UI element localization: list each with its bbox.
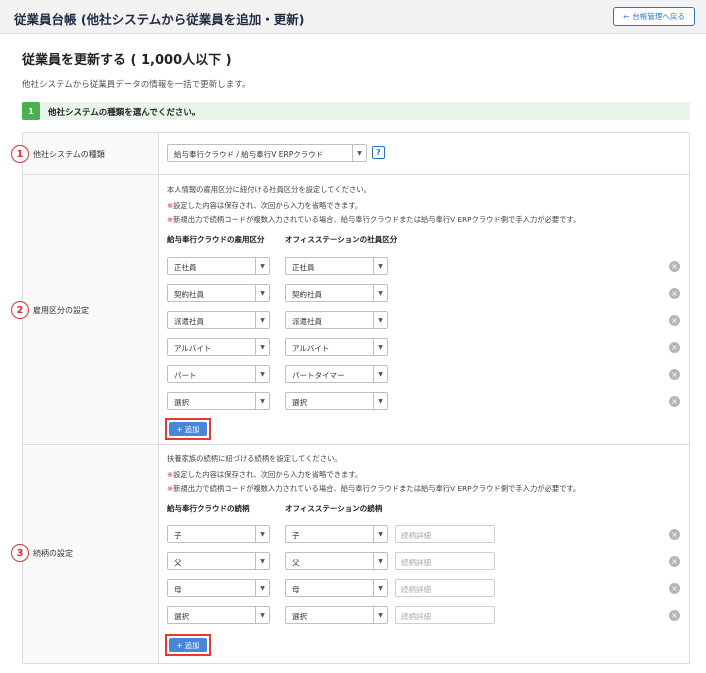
plus-icon: +: [176, 424, 183, 434]
chevron-down-icon: ▼: [255, 339, 269, 355]
plus-icon: +: [176, 640, 183, 650]
system-type-label: 他社システムの種類: [33, 149, 105, 159]
chevron-down-icon: ▼: [373, 393, 387, 409]
remove-row-icon[interactable]: ×: [669, 342, 680, 353]
help-icon[interactable]: ?: [372, 146, 385, 159]
chevron-down-icon: ▼: [373, 366, 387, 382]
chevron-down-icon: ▼: [255, 393, 269, 409]
employment-col-left-header: 給与奉行クラウドの雇用区分: [167, 235, 265, 244]
employment-col-right-header: オフィスステーションの社員区分: [285, 235, 398, 244]
add-employment-row-button[interactable]: + 追加: [169, 422, 207, 436]
relationship-source-select[interactable]: 父 ▼: [167, 552, 270, 570]
remove-row-icon[interactable]: ×: [669, 583, 680, 594]
remove-row-icon[interactable]: ×: [669, 396, 680, 407]
relationship-detail-input[interactable]: 続柄詳細: [395, 552, 495, 570]
employment-source-select[interactable]: 契約社員 ▼: [167, 284, 270, 302]
remove-row-icon[interactable]: ×: [669, 369, 680, 380]
back-to-ledger-button[interactable]: ← 台帳管理へ戻る: [613, 7, 695, 26]
employment-target-select[interactable]: アルバイト ▼: [285, 338, 388, 356]
employment-warning-2: ※新規出力で続柄コードが複数入力されている場合、給与奉行クラウドまたは給与奉行V…: [167, 215, 581, 224]
back-button-label: 台帳管理へ戻る: [632, 12, 685, 21]
relationship-warning-1: ※設定した内容は保存され、次回から入力を省略できます。: [167, 470, 363, 479]
relationship-row: 3 続柄の設定 扶養家族の続柄に紐づける続柄を設定してください。 ※設定した内容…: [11, 445, 689, 663]
remove-row-icon[interactable]: ×: [669, 529, 680, 540]
page-description: 他社システムから従業員データの情報を一括で更新します。: [22, 80, 251, 90]
step-marker-2: 2: [11, 301, 29, 319]
chevron-down-icon: ▼: [255, 285, 269, 301]
step-number: 1: [22, 102, 40, 120]
employment-warning-1: ※設定した内容は保存され、次回から入力を省略できます。: [167, 201, 363, 210]
chevron-down-icon: ▼: [255, 580, 269, 596]
employment-source-select[interactable]: パート ▼: [167, 365, 270, 383]
relationship-source-select[interactable]: 子 ▼: [167, 525, 270, 543]
step-marker-3: 3: [11, 544, 29, 562]
remove-row-icon[interactable]: ×: [669, 610, 680, 621]
chevron-down-icon: ▼: [255, 312, 269, 328]
relationship-col-right-header: オフィスステーションの続柄: [285, 504, 383, 513]
relationship-source-select[interactable]: 母 ▼: [167, 579, 270, 597]
system-type-select[interactable]: 給与奉行クラウド / 給与奉行V ERPクラウド ▼: [167, 144, 367, 162]
add-relationship-row-button[interactable]: + 追加: [169, 638, 207, 652]
top-bar: 従業員台帳 (他社システムから従業員を追加・更新) ← 台帳管理へ戻る: [0, 0, 706, 34]
relationship-warning-2: ※新規出力で続柄コードが複数入力されている場合、給与奉行クラウドまたは給与奉行V…: [167, 484, 581, 493]
chevron-down-icon: ▼: [373, 553, 387, 569]
chevron-down-icon: ▼: [352, 145, 366, 161]
employment-target-select[interactable]: 契約社員 ▼: [285, 284, 388, 302]
chevron-down-icon: ▼: [255, 553, 269, 569]
relationship-target-select[interactable]: 父 ▼: [285, 552, 388, 570]
relationship-detail-input[interactable]: 続柄詳細: [395, 525, 495, 543]
employment-source-select[interactable]: 派遣社員 ▼: [167, 311, 270, 329]
add-highlight: + 追加: [165, 418, 211, 440]
step-marker-1: 1: [11, 145, 29, 163]
employment-target-select[interactable]: パートタイマー ▼: [285, 365, 388, 383]
employment-source-select[interactable]: 正社員 ▼: [167, 257, 270, 275]
chevron-down-icon: ▼: [373, 258, 387, 274]
system-type-row: 1 他社システムの種類 給与奉行クラウド / 給与奉行V ERPクラウド ▼ ?: [11, 133, 689, 175]
relationship-note: 扶養家族の続柄に紐づける続柄を設定してください。: [167, 454, 342, 463]
remove-row-icon[interactable]: ×: [669, 261, 680, 272]
employment-note: 本人情報の雇用区分に紐付ける社員区分を設定してください。: [167, 185, 371, 194]
relationship-target-select[interactable]: 子 ▼: [285, 525, 388, 543]
settings-form: 1 他社システムの種類 給与奉行クラウド / 給与奉行V ERPクラウド ▼ ?…: [11, 132, 690, 664]
relationship-detail-input[interactable]: 続柄詳細: [395, 579, 495, 597]
step-banner: 1 他社システムの種類を選んでください。: [22, 102, 690, 120]
arrow-left-icon: ←: [623, 12, 630, 21]
relationship-target-select[interactable]: 選択 ▼: [285, 606, 388, 624]
page-title: 従業員を更新する ( 1,000人以下 ): [22, 53, 232, 68]
relationship-detail-input[interactable]: 続柄詳細: [395, 606, 495, 624]
relationship-source-select[interactable]: 選択 ▼: [167, 606, 270, 624]
relationship-label: 続柄の設定: [33, 548, 73, 558]
chevron-down-icon: ▼: [373, 285, 387, 301]
employment-source-select[interactable]: アルバイト ▼: [167, 338, 270, 356]
chevron-down-icon: ▼: [373, 607, 387, 623]
window-title: 従業員台帳 (他社システムから従業員を追加・更新): [14, 12, 305, 27]
chevron-down-icon: ▼: [255, 526, 269, 542]
chevron-down-icon: ▼: [255, 366, 269, 382]
employment-source-select[interactable]: 選択 ▼: [167, 392, 270, 410]
chevron-down-icon: ▼: [373, 339, 387, 355]
remove-row-icon[interactable]: ×: [669, 288, 680, 299]
employment-target-select[interactable]: 正社員 ▼: [285, 257, 388, 275]
relationship-col-left-header: 給与奉行クラウドの続柄: [167, 504, 250, 513]
employment-category-row: 2 雇用区分の設定 本人情報の雇用区分に紐付ける社員区分を設定してください。 ※…: [11, 175, 689, 445]
remove-row-icon[interactable]: ×: [669, 556, 680, 567]
chevron-down-icon: ▼: [373, 526, 387, 542]
remove-row-icon[interactable]: ×: [669, 315, 680, 326]
employment-target-select[interactable]: 選択 ▼: [285, 392, 388, 410]
step-text: 他社システムの種類を選んでください。: [48, 108, 201, 118]
relationship-target-select[interactable]: 母 ▼: [285, 579, 388, 597]
add-highlight: + 追加: [165, 634, 211, 656]
employment-category-label: 雇用区分の設定: [33, 305, 89, 315]
chevron-down-icon: ▼: [255, 607, 269, 623]
employment-target-select[interactable]: 派遣社員 ▼: [285, 311, 388, 329]
chevron-down-icon: ▼: [255, 258, 269, 274]
chevron-down-icon: ▼: [373, 312, 387, 328]
chevron-down-icon: ▼: [373, 580, 387, 596]
